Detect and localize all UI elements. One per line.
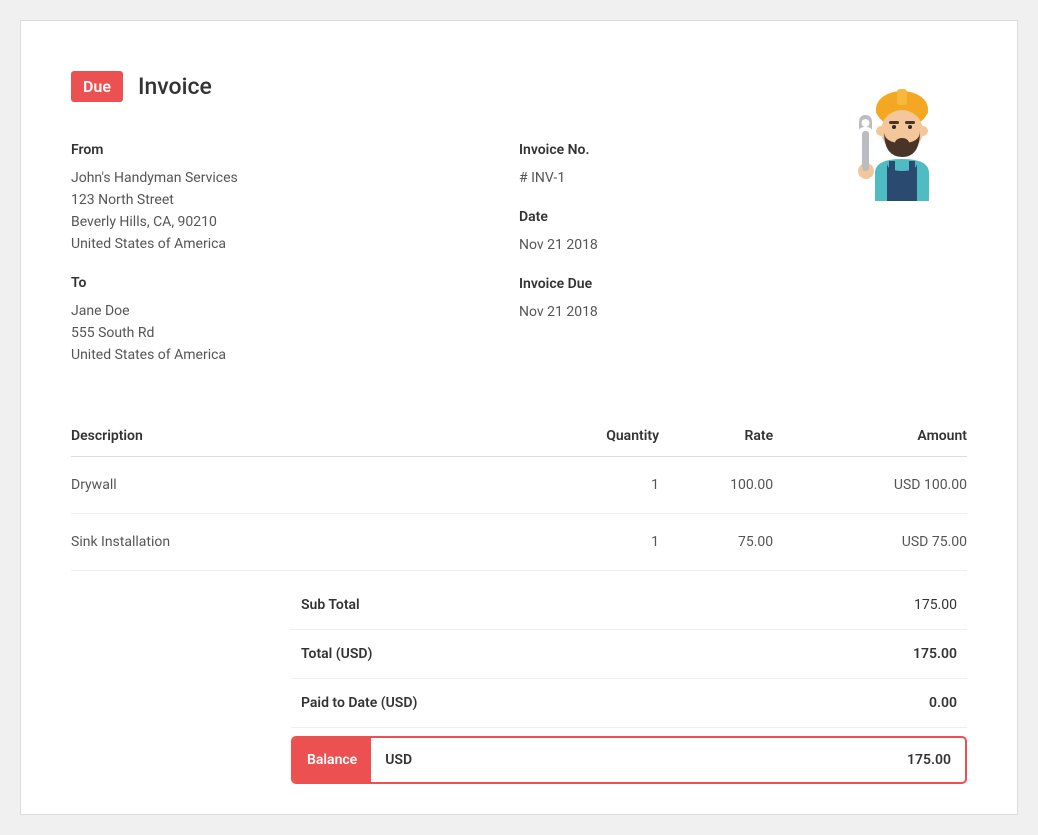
- info-grid: From John's Handyman Services 123 North …: [71, 142, 967, 386]
- item-description: Sink Installation: [71, 514, 519, 571]
- due-value: Nov 21 2018: [519, 302, 967, 323]
- page-title: Invoice: [138, 73, 212, 100]
- from-line3: United States of America: [71, 234, 519, 255]
- from-label: From: [71, 142, 519, 158]
- from-name: John's Handyman Services: [71, 168, 519, 189]
- table-row: Sink Installation 1 75.00 USD 75.00: [71, 514, 967, 571]
- item-quantity: 1: [519, 514, 659, 571]
- from-line1: 123 North Street: [71, 190, 519, 211]
- item-description: Drywall: [71, 457, 519, 514]
- col-quantity: Quantity: [519, 416, 659, 457]
- paid-label: Paid to Date (USD): [301, 695, 417, 711]
- item-quantity: 1: [519, 457, 659, 514]
- balance-label: Balance: [293, 738, 371, 782]
- totals-section: Sub Total 175.00 Total (USD) 175.00 Paid…: [291, 581, 967, 784]
- subtotal-value: 175.00: [914, 597, 957, 613]
- date-label: Date: [519, 209, 967, 225]
- company-logo: [847, 81, 947, 205]
- table-row: Drywall 1 100.00 USD 100.00: [71, 457, 967, 514]
- total-label: Total (USD): [301, 646, 372, 662]
- subtotal-row: Sub Total 175.00: [291, 581, 967, 630]
- total-row: Total (USD) 175.00: [291, 630, 967, 679]
- item-rate: 100.00: [659, 457, 773, 514]
- from-line2: Beverly Hills, CA, 90210: [71, 212, 519, 233]
- invoice-header: Due Invoice: [71, 71, 967, 102]
- line-items-table: Description Quantity Rate Amount Drywall…: [71, 416, 967, 571]
- date-value: Nov 21 2018: [519, 235, 967, 256]
- status-badge: Due: [71, 71, 123, 102]
- to-label: To: [71, 275, 519, 291]
- due-label: Invoice Due: [519, 276, 967, 292]
- from-to-column: From John's Handyman Services 123 North …: [71, 142, 519, 386]
- col-amount: Amount: [773, 416, 967, 457]
- to-line2: United States of America: [71, 345, 519, 366]
- col-description: Description: [71, 416, 519, 457]
- paid-row: Paid to Date (USD) 0.00: [291, 679, 967, 728]
- total-value: 175.00: [913, 646, 957, 662]
- from-address: John's Handyman Services 123 North Stree…: [71, 168, 519, 255]
- handyman-icon: [847, 81, 947, 201]
- to-line1: 555 South Rd: [71, 323, 519, 344]
- balance-row: Balance USD 175.00: [291, 736, 967, 784]
- item-amount: USD 75.00: [773, 514, 967, 571]
- balance-value: 175.00: [893, 738, 965, 782]
- paid-value: 0.00: [929, 695, 957, 711]
- subtotal-label: Sub Total: [301, 597, 360, 613]
- balance-currency: USD: [371, 738, 426, 782]
- item-amount: USD 100.00: [773, 457, 967, 514]
- item-rate: 75.00: [659, 514, 773, 571]
- col-rate: Rate: [659, 416, 773, 457]
- to-address: Jane Doe 555 South Rd United States of A…: [71, 301, 519, 366]
- invoice-card: Due Invoice: [20, 20, 1018, 815]
- table-header-row: Description Quantity Rate Amount: [71, 416, 967, 457]
- to-name: Jane Doe: [71, 301, 519, 322]
